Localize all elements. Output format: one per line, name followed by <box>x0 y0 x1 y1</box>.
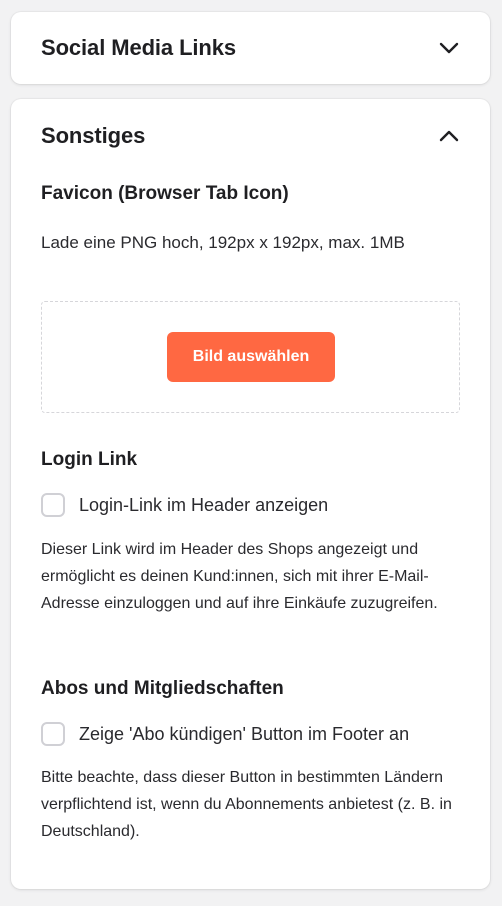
favicon-description: Lade eine PNG hoch, 192px x 192px, max. … <box>41 233 405 252</box>
cancel-subscription-checkbox[interactable] <box>41 722 65 746</box>
chevron-up-icon[interactable] <box>438 125 460 147</box>
login-link-checkbox-row[interactable]: Login-Link im Header anzeigen <box>41 493 328 517</box>
cancel-subscription-checkbox-label[interactable]: Zeige 'Abo kündigen' Button im Footer an <box>79 724 409 745</box>
social-media-links-title: Social Media Links <box>41 35 237 60</box>
subscriptions-section-title: Abos und Mitgliedschaften <box>41 678 284 699</box>
cancel-subscription-checkbox-row[interactable]: Zeige 'Abo kündigen' Button im Footer an <box>41 722 409 746</box>
login-link-checkbox-label[interactable]: Login-Link im Header anzeigen <box>79 495 328 516</box>
other-settings-card: Sonstiges Favicon (Browser Tab Icon) Lad… <box>11 99 490 889</box>
login-link-checkbox[interactable] <box>41 493 65 517</box>
login-link-section-title: Login Link <box>41 449 138 470</box>
other-settings-title: Sonstiges <box>41 123 146 148</box>
subscriptions-description: Bitte beachte, dass dieser Button in bes… <box>41 769 452 840</box>
social-media-links-card: Social Media Links <box>11 12 490 84</box>
select-image-button[interactable]: Bild auswählen <box>167 332 335 382</box>
favicon-dropzone[interactable]: Bild auswählen <box>41 301 460 413</box>
login-link-description: Dieser Link wird im Header des Shops ang… <box>41 541 438 612</box>
favicon-section-title: Favicon (Browser Tab Icon) <box>41 183 289 204</box>
chevron-down-icon[interactable] <box>438 37 460 59</box>
social-media-links-header[interactable]: Social Media Links <box>41 34 460 62</box>
other-settings-header[interactable]: Sonstiges <box>41 121 460 151</box>
